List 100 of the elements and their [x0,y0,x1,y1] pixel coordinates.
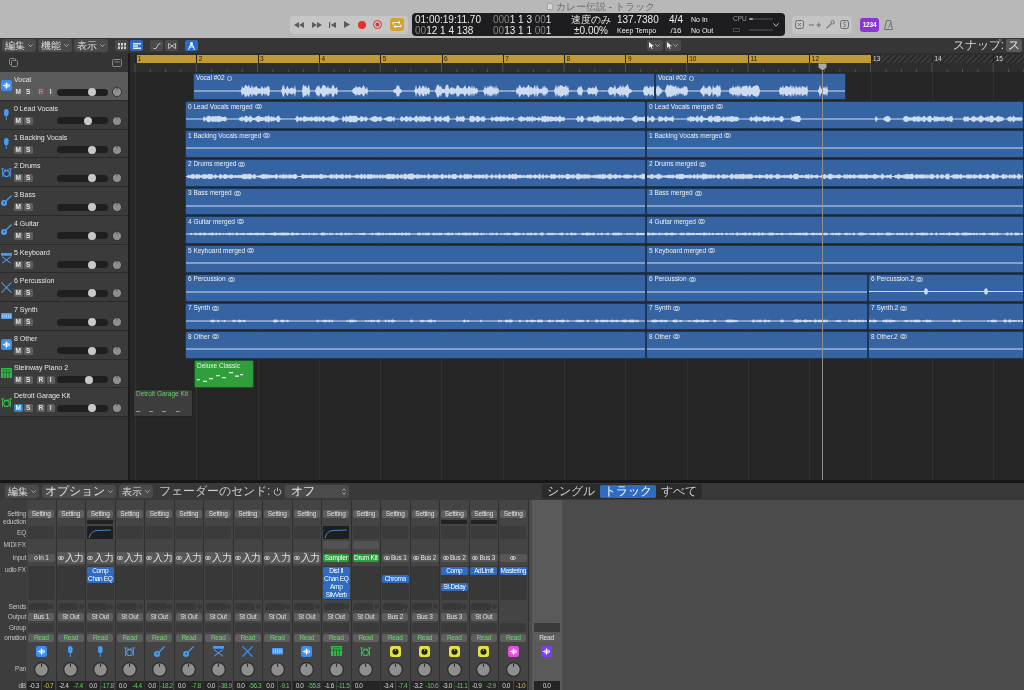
menu-dropdown[interactable]: 機能 [38,39,72,52]
boxed-s-icon[interactable] [840,20,850,29]
volume-thumb[interactable] [88,346,97,355]
input-button[interactable]: 入力 [86,552,114,564]
stacked-squares-icon[interactable] [9,58,18,67]
menu-dropdown[interactable]: 編集 [5,485,39,498]
volume-thumb[interactable] [88,318,97,326]
pan-knob[interactable] [112,202,122,212]
volume-slider[interactable] [57,88,108,96]
automation-button[interactable] [150,40,163,51]
minus-plus-icon[interactable] [808,21,821,28]
pan-knob[interactable] [63,661,79,677]
pan-knob[interactable] [446,661,462,677]
pan-knob[interactable] [328,661,344,677]
pan-knob[interactable] [112,403,122,414]
volume-thumb[interactable] [88,231,97,240]
pan-knob[interactable] [358,661,374,677]
input-button[interactable]: 入力 [263,552,291,564]
flex-button[interactable] [165,40,178,51]
volume-slider[interactable] [57,261,108,268]
volume-slider[interactable] [57,117,108,125]
fast-forward-icon[interactable] [311,21,322,28]
pan-knob[interactable] [112,144,122,155]
pan-knob[interactable] [112,374,122,385]
pan-knob[interactable] [240,661,256,677]
pan-knob[interactable] [269,661,285,677]
volume-slider[interactable] [57,289,108,297]
cycle-icon[interactable] [389,18,404,31]
volume-thumb[interactable] [88,174,97,183]
volume-slider[interactable] [57,146,108,153]
pan-knob[interactable] [92,661,108,677]
menu-dropdown[interactable]: 編集 [2,39,36,52]
group-slot[interactable] [533,623,560,632]
pan-knob[interactable] [112,230,122,241]
input-button[interactable] [499,554,527,562]
pointer-tool-dropdown[interactable] [646,40,663,51]
pan-knob[interactable] [122,661,138,677]
pan-knob[interactable] [476,661,492,677]
chevron-icon[interactable] [773,22,779,27]
pan-knob[interactable] [505,661,521,677]
volume-thumb[interactable] [85,375,94,384]
volume-thumb[interactable] [84,116,93,125]
input-button[interactable]: 入力 [116,552,144,564]
play-icon[interactable] [343,21,350,28]
volume-slider[interactable] [57,203,108,211]
pan-knob[interactable] [387,661,403,677]
pan-knob[interactable] [112,87,122,97]
input-button[interactable]: 入力 [57,552,85,564]
pan-knob[interactable] [112,288,122,299]
input-button[interactable]: 入力 [234,552,262,564]
record-ring-icon[interactable] [373,20,383,29]
volume-thumb[interactable] [88,203,97,211]
volume-slider[interactable] [57,376,108,383]
pin-icon[interactable] [826,20,836,29]
pointer-tool-dropdown[interactable] [664,40,681,51]
power-icon[interactable] [273,487,283,496]
volume-slider[interactable] [57,174,108,182]
pan-knob[interactable] [112,345,122,356]
pan-knob[interactable] [417,661,433,677]
skip-to-start-icon[interactable] [329,21,337,28]
snap-dropdown[interactable]: ス [1006,39,1022,52]
pan-knob[interactable] [112,115,122,126]
metronome-icon[interactable] [884,19,893,30]
eq-thumbnail[interactable] [87,526,114,539]
pan-knob[interactable] [299,661,315,677]
volume-thumb[interactable] [88,404,97,413]
view-tab[interactable]: シングル [543,485,599,498]
eq-thumbnail[interactable] [323,526,350,539]
input-button[interactable]: 入力 [204,552,232,564]
tray-icon[interactable] [112,58,122,67]
volume-slider[interactable] [57,232,108,240]
input-button[interactable]: 入力 [145,552,173,564]
pan-knob[interactable] [112,317,122,327]
rewind-icon[interactable] [294,21,304,28]
volume-slider[interactable] [57,318,108,326]
input-button[interactable]: 入力 [293,552,321,564]
volume-thumb[interactable] [88,145,97,154]
pan-knob[interactable] [33,661,49,677]
menu-dropdown[interactable]: 表示 [119,485,153,498]
view-toggle-button[interactable] [130,40,143,51]
fader-sends-dropdown[interactable]: オフ [285,485,350,498]
menu-dropdown[interactable]: オプション [42,485,116,498]
volume-thumb[interactable] [88,260,97,269]
catch-button[interactable] [185,40,198,51]
volume-thumb[interactable] [88,88,97,96]
pan-knob[interactable] [112,173,122,184]
pan-knob[interactable] [151,661,167,677]
view-tab[interactable]: すべて [657,485,701,498]
volume-slider[interactable] [57,347,108,355]
view-toggle-button[interactable] [115,40,128,51]
menu-dropdown[interactable]: 表示 [74,39,108,52]
pan-knob[interactable] [112,259,122,270]
record-icon[interactable] [357,20,366,29]
view-tab[interactable]: トラック [600,485,656,498]
pan-knob[interactable] [210,661,226,677]
pan-knob[interactable] [181,661,197,677]
boxed-x-icon[interactable] [794,20,804,29]
volume-thumb[interactable] [88,289,97,298]
volume-slider[interactable] [57,404,108,412]
input-button[interactable]: 入力 [175,552,203,564]
